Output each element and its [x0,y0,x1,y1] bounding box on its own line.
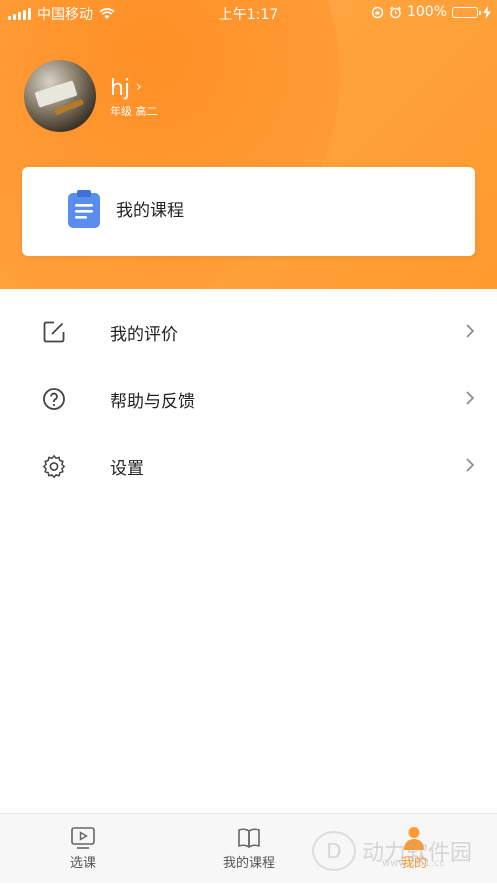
book-icon [238,828,260,848]
battery-percent: 100% [406,4,447,20]
username: hj [110,76,131,101]
person-icon [404,827,424,850]
battery-icon [452,6,481,18]
menu-item-settings[interactable]: 设置 [0,432,497,499]
tab-mine[interactable]: 我的 [331,814,497,884]
menu-item-label: 帮助与反馈 [110,392,195,412]
my-courses-label: 我的课程 [116,201,184,221]
charging-icon [483,5,491,19]
play-video-icon [71,827,95,849]
alarm-icon [390,6,401,18]
rotation-lock-icon [371,6,384,18]
settings-menu: 我的评价 帮助与反馈 设置 [0,298,497,499]
gear-icon [43,455,65,478]
tab-label: 选课 [69,856,96,871]
username-link[interactable]: hj › [110,76,142,101]
bottom-tab-bar: 选课 我的课程 我的 [0,813,497,883]
menu-item-label: 我的评价 [110,325,178,345]
edit-icon [43,321,65,343]
tab-select-course[interactable]: 选课 [0,814,166,884]
menu-item-help-feedback[interactable]: 帮助与反馈 [0,365,497,432]
chevron-right-icon [466,458,475,472]
chevron-right-icon: › [136,78,142,95]
tab-label: 我的课程 [222,856,275,871]
menu-item-my-reviews[interactable]: 我的评价 [0,298,497,365]
menu-item-label: 设置 [110,459,144,479]
chevron-right-icon [466,324,475,338]
my-courses-card[interactable]: 我的课程 [22,167,475,256]
status-bar: 中国移动 上午1:17 100% [0,0,497,26]
grade-label: 年级 高二 [110,105,158,118]
chevron-right-icon [466,391,475,405]
tab-my-courses[interactable]: 我的课程 [166,814,332,884]
help-icon [43,388,65,410]
avatar[interactable] [24,60,96,132]
tab-label: 我的 [400,856,427,871]
document-icon [68,190,100,228]
